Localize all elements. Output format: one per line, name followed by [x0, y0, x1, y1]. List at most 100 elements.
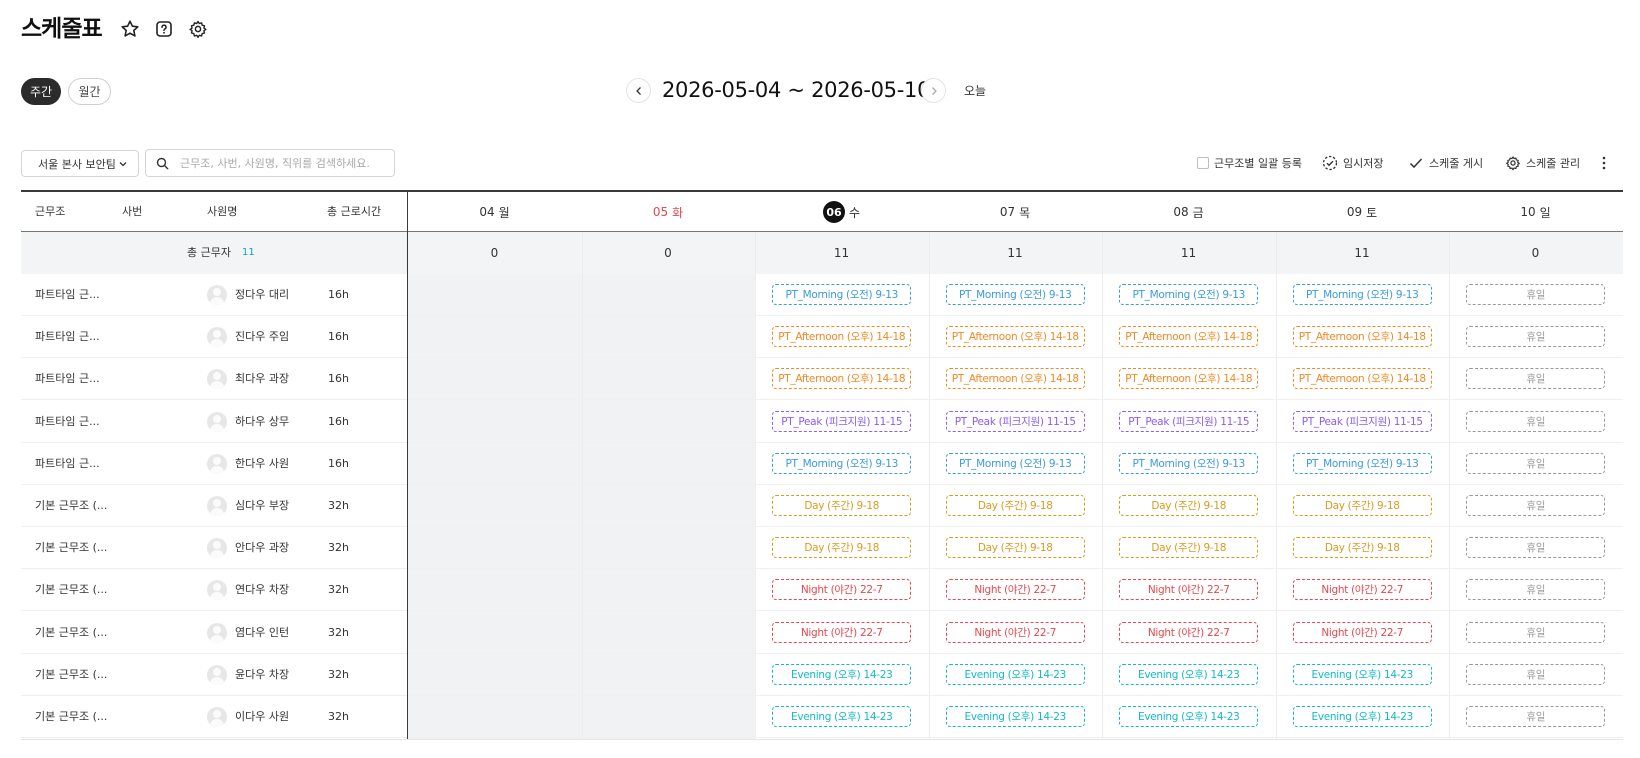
- shift-chip[interactable]: PT_Afternoon (오후) 14-18: [1292, 326, 1432, 348]
- shift-chip[interactable]: Night (야간) 22-7: [1119, 621, 1259, 643]
- day-header[interactable]: 08 금: [1102, 192, 1275, 232]
- day-header[interactable]: 07 목: [929, 192, 1102, 232]
- temp-save-button[interactable]: 임시저장: [1322, 153, 1383, 173]
- day-of-week: 토: [1366, 205, 1378, 220]
- avatar: [207, 369, 227, 390]
- settings-gear-icon[interactable]: [187, 18, 209, 40]
- employee-name[interactable]: 하다우 상무: [235, 401, 289, 443]
- employee-name[interactable]: 한다우 사원: [235, 443, 289, 485]
- shift-chip[interactable]: PT_Morning (오전) 9-13: [772, 452, 912, 474]
- employee-name[interactable]: 최다우 과장: [235, 358, 289, 400]
- shift-chip[interactable]: PT_Morning (오전) 9-13: [1119, 284, 1259, 305]
- shift-chip[interactable]: Night (야간) 22-7: [1292, 579, 1432, 601]
- shift-chip[interactable]: PT_Afternoon (오후) 14-18: [1119, 326, 1259, 348]
- day-header[interactable]: 09 토: [1276, 192, 1449, 232]
- shift-chip[interactable]: PT_Afternoon (오후) 14-18: [1292, 368, 1432, 390]
- chevron-left-icon: [635, 86, 641, 95]
- help-icon[interactable]: [153, 18, 175, 40]
- shift-chip[interactable]: Night (야간) 22-7: [772, 621, 912, 643]
- employee-name[interactable]: 심다우 부장: [235, 485, 289, 527]
- employee-name[interactable]: 염다우 인턴: [235, 612, 289, 654]
- shift-chip[interactable]: Evening (오후) 14-23: [1292, 663, 1432, 685]
- day-worker-count: 11: [1354, 246, 1370, 260]
- shift-chip[interactable]: PT_Morning (오전) 9-13: [772, 284, 912, 305]
- more-options-button[interactable]: [1600, 153, 1608, 173]
- shift-chip[interactable]: PT_Morning (오전) 9-13: [1292, 452, 1432, 474]
- day-off-chip[interactable]: 휴일: [1466, 368, 1606, 390]
- monthly-view-toggle[interactable]: 월간: [68, 78, 111, 105]
- search-input[interactable]: [180, 154, 390, 173]
- shift-chip[interactable]: Evening (오후) 14-23: [772, 663, 912, 685]
- today-button[interactable]: 오늘: [964, 82, 986, 99]
- day-off-chip[interactable]: 휴일: [1466, 621, 1606, 643]
- shift-chip[interactable]: Night (야간) 22-7: [772, 579, 912, 601]
- shift-chip[interactable]: Day (주간) 9-18: [772, 537, 912, 559]
- shift-chip[interactable]: PT_Morning (오전) 9-13: [945, 452, 1085, 474]
- shift-chip[interactable]: Day (주간) 9-18: [945, 537, 1085, 559]
- star-icon[interactable]: [119, 18, 141, 40]
- shift-chip[interactable]: PT_Afternoon (오후) 14-18: [945, 326, 1085, 348]
- shift-chip[interactable]: Night (야간) 22-7: [1119, 579, 1259, 601]
- shift-group: 기본 근무조 (...: [35, 583, 108, 597]
- shift-chip[interactable]: Night (야간) 22-7: [945, 579, 1085, 601]
- employee-name[interactable]: 안다우 과장: [235, 527, 289, 569]
- total-hours: 16h: [328, 372, 349, 386]
- day-off-chip[interactable]: 휴일: [1466, 452, 1606, 474]
- avatar: [207, 327, 227, 348]
- shift-chip[interactable]: Night (야간) 22-7: [945, 621, 1085, 643]
- shift-chip[interactable]: Night (야간) 22-7: [1292, 621, 1432, 643]
- shift-chip[interactable]: Day (주간) 9-18: [945, 495, 1085, 516]
- shift-group: 파트타임 근...: [35, 372, 100, 386]
- shift-chip[interactable]: Evening (오후) 14-23: [1292, 706, 1432, 727]
- day-of-week: 일: [1539, 205, 1551, 220]
- day-off-chip[interactable]: 휴일: [1466, 495, 1606, 516]
- prev-week-button[interactable]: [626, 78, 651, 103]
- shift-chip[interactable]: PT_Morning (오전) 9-13: [945, 284, 1085, 305]
- employee-name[interactable]: 이다우 사원: [235, 696, 289, 738]
- shift-chip[interactable]: PT_Afternoon (오후) 14-18: [1119, 368, 1259, 390]
- manage-schedule-button[interactable]: 스케줄 관리: [1505, 153, 1580, 173]
- day-off-chip[interactable]: 휴일: [1466, 537, 1606, 559]
- avatar: [207, 580, 227, 601]
- shift-chip[interactable]: Evening (오후) 14-23: [772, 706, 912, 727]
- shift-chip[interactable]: PT_Morning (오전) 9-13: [1292, 284, 1432, 305]
- shift-chip[interactable]: Evening (오후) 14-23: [945, 663, 1085, 685]
- publish-schedule-button[interactable]: 스케줄 게시: [1408, 153, 1483, 173]
- shift-chip[interactable]: Day (주간) 9-18: [1292, 495, 1432, 516]
- shift-chip[interactable]: Evening (오후) 14-23: [945, 706, 1085, 727]
- shift-chip[interactable]: Day (주간) 9-18: [772, 495, 912, 516]
- day-header[interactable]: 05 화: [582, 192, 755, 232]
- day-off-chip[interactable]: 휴일: [1466, 410, 1606, 432]
- employee-name[interactable]: 윤다우 차장: [235, 654, 289, 696]
- shift-chip[interactable]: PT_Afternoon (오후) 14-18: [772, 368, 912, 390]
- shift-chip[interactable]: PT_Afternoon (오후) 14-18: [945, 368, 1085, 390]
- day-off-chip[interactable]: 휴일: [1466, 326, 1606, 348]
- shift-chip[interactable]: Day (주간) 9-18: [1292, 537, 1432, 559]
- day-off-chip[interactable]: 휴일: [1466, 284, 1606, 305]
- dashed-check-circle-icon: [1322, 155, 1338, 171]
- day-off-chip[interactable]: 휴일: [1466, 663, 1606, 685]
- shift-chip[interactable]: PT_Peak (피크지원) 11-15: [945, 410, 1085, 432]
- shift-chip[interactable]: Evening (오후) 14-23: [1119, 663, 1259, 685]
- day-header[interactable]: 10 일: [1449, 192, 1622, 232]
- search-box[interactable]: [145, 149, 395, 177]
- day-header[interactable]: 06 수: [755, 192, 928, 232]
- next-week-button[interactable]: [921, 78, 946, 103]
- shift-chip[interactable]: PT_Morning (오전) 9-13: [1119, 452, 1259, 474]
- shift-chip[interactable]: PT_Afternoon (오후) 14-18: [772, 326, 912, 348]
- day-off-chip[interactable]: 휴일: [1466, 706, 1606, 727]
- team-select[interactable]: 서울 본사 보안팀: [21, 150, 139, 177]
- shift-chip[interactable]: Evening (오후) 14-23: [1119, 706, 1259, 727]
- employee-name[interactable]: 정다우 대리: [235, 274, 289, 316]
- shift-chip[interactable]: PT_Peak (피크지원) 11-15: [772, 410, 912, 432]
- employee-name[interactable]: 진다우 주임: [235, 316, 289, 358]
- shift-chip[interactable]: Day (주간) 9-18: [1119, 537, 1259, 559]
- day-header[interactable]: 04 월: [408, 192, 581, 232]
- day-off-chip[interactable]: 휴일: [1466, 579, 1606, 601]
- weekly-view-toggle[interactable]: 주간: [21, 78, 61, 105]
- shift-chip[interactable]: Day (주간) 9-18: [1119, 495, 1259, 516]
- shift-chip[interactable]: PT_Peak (피크지원) 11-15: [1292, 410, 1432, 432]
- bulk-register-checkbox[interactable]: 근무조별 일괄 등록: [1197, 153, 1302, 173]
- employee-name[interactable]: 연다우 차장: [235, 569, 289, 611]
- shift-chip[interactable]: PT_Peak (피크지원) 11-15: [1119, 410, 1259, 432]
